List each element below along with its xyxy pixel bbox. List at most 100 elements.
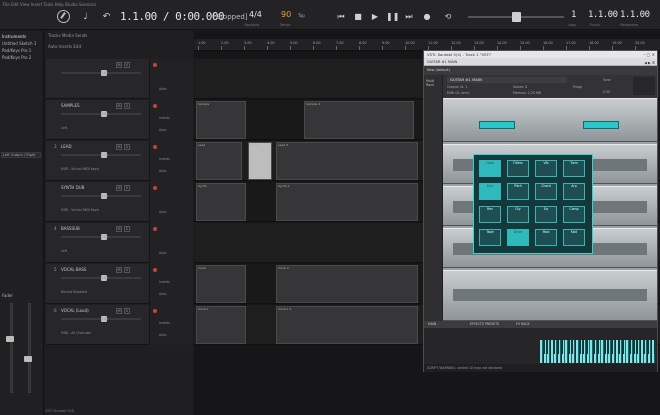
piano-black-key[interactable] (596, 340, 599, 354)
clip[interactable]: Synth (196, 183, 246, 221)
effect-grid-button[interactable]: Kbd (563, 229, 585, 246)
effect-grid-button[interactable]: Trem (563, 160, 585, 177)
punch-display[interactable]: 1.1.00 (588, 10, 618, 20)
track-name[interactable]: LEAD (61, 143, 111, 150)
piano-black-key[interactable] (610, 340, 613, 354)
piano-keyboard[interactable] (424, 328, 657, 364)
inspector-item[interactable]: Pad/Keys Pro 2 (2, 55, 31, 60)
clip[interactable]: Lead 3 (276, 142, 418, 180)
record-arm-icon[interactable] (153, 227, 157, 231)
undo-icon[interactable]: ↶ (101, 12, 112, 23)
mute-button[interactable]: M (116, 267, 122, 273)
go-to-end-icon[interactable]: ⏭ (403, 11, 415, 23)
effect-grid-button[interactable]: Mod (535, 229, 557, 246)
track-input[interactable]: MIDI - Virtual MIDI Keyb (61, 167, 99, 171)
record-arm-icon[interactable] (153, 309, 157, 313)
automation-label[interactable]: Auto (159, 128, 166, 132)
automation-label[interactable]: Auto (159, 210, 166, 214)
track-header[interactable]: M S 0.00 Auto (46, 59, 193, 99)
menu-bar[interactable]: File Edit View Insert Tools Help Studio … (3, 2, 96, 7)
solo-button[interactable]: S (124, 267, 130, 273)
track-name[interactable] (61, 61, 111, 68)
plugin-preset-bar[interactable]: GUITAR #1 MAIN ◀ ▶ ☰ (424, 58, 657, 66)
mute-button[interactable]: M (116, 144, 122, 150)
inserts-label[interactable]: Inserts (159, 157, 170, 161)
plugin-titlebar[interactable]: VSTi: Kontakt 5(4) - Track 2 "VSTi" – □ … (424, 51, 657, 58)
position-time-display[interactable]: 1.1.00 / 0:00.000 (120, 10, 225, 23)
inspector-fader-knob[interactable] (6, 336, 14, 342)
tab-effects-presets[interactable]: EFFECTS PRESETS (470, 322, 499, 326)
time-signature[interactable]: 4/4 (249, 10, 262, 19)
inspector-item[interactable]: Instruments (2, 34, 26, 39)
tap-button[interactable]: Tap (298, 13, 305, 18)
inserts-label[interactable]: Inserts (159, 321, 170, 325)
master-slider[interactable] (468, 12, 564, 22)
stop-icon[interactable]: ■ (352, 11, 364, 23)
output-label[interactable]: Output: st. 1 (447, 85, 467, 89)
effect-grid-button[interactable]: Hold (479, 160, 501, 177)
track-name[interactable]: SYNTH DUB (61, 184, 111, 191)
metronome-icon[interactable]: ♩ (80, 12, 91, 23)
automation-label[interactable]: Auto (159, 169, 166, 173)
effect-grid-button[interactable]: Arp (563, 183, 585, 200)
piano-black-key[interactable] (546, 340, 549, 354)
piano-black-key[interactable] (632, 340, 635, 354)
inserts-label[interactable]: Inserts (159, 116, 170, 120)
instrument-name[interactable]: GUITAR #1 MAIN (447, 77, 567, 83)
clip[interactable]: Vocal L 2 (276, 306, 418, 344)
automation-label[interactable]: Auto (159, 251, 166, 255)
piano-black-key[interactable] (607, 340, 610, 354)
record-icon[interactable]: ● (421, 11, 433, 23)
solo-button[interactable]: S (124, 144, 130, 150)
solo-button[interactable]: S (124, 308, 130, 314)
piano-black-key[interactable] (582, 340, 585, 354)
piano-black-key[interactable] (646, 340, 649, 354)
pause-icon[interactable]: ❚❚ (386, 11, 399, 23)
clip[interactable]: Lead 2 (248, 142, 272, 180)
output-dropdown[interactable]: Left Output / Right (1, 152, 41, 158)
automation-label[interactable]: Auto (159, 87, 166, 91)
metronome-display[interactable]: 1.1.00 (620, 10, 650, 20)
track-header[interactable]: 6 VOCAL (Loud) M S 0.00 MIDI - All Chann… (46, 305, 193, 345)
effect-grid-button[interactable]: Pitch (507, 183, 529, 200)
piano-black-key[interactable] (618, 340, 621, 354)
track-input[interactable]: Left (61, 249, 67, 253)
effect-grid-button[interactable]: Chord (535, 183, 557, 200)
track-header[interactable]: SYNTH DUB M S 0.00 MIDI - Virtual MIDI K… (46, 182, 193, 222)
piano-black-key[interactable] (571, 340, 574, 354)
inspector-item[interactable]: Pad/Keys Pro 1 (2, 48, 31, 53)
record-arm-icon[interactable] (153, 63, 157, 67)
mute-button[interactable]: M (116, 308, 122, 314)
inspector-item[interactable]: Untitled Sketch 1 (2, 41, 36, 46)
master-slider-knob[interactable] (512, 12, 521, 22)
track-header[interactable]: 5 VOCAL BASS M S 0.00 Record Disabled In… (46, 264, 193, 304)
piano-black-key[interactable] (585, 340, 588, 354)
track-name[interactable]: VOCAL (Loud) (61, 307, 111, 314)
window-controls-icon[interactable]: – □ ✕ (643, 51, 655, 58)
inspector-fader-left[interactable] (10, 303, 13, 393)
piano-black-key[interactable] (567, 340, 570, 354)
clip[interactable]: Vocal L (196, 306, 246, 344)
piano-black-key[interactable] (628, 340, 631, 354)
effect-grid-button[interactable]: Vib (535, 160, 557, 177)
track-name[interactable]: SAMPLES (61, 102, 111, 109)
track-input[interactable]: Record Disabled (61, 290, 87, 294)
mute-button[interactable]: M (116, 103, 122, 109)
track-input[interactable]: MIDI - All Channels (61, 331, 91, 335)
clip[interactable]: Synth 2 (276, 183, 418, 221)
effect-grid-button[interactable]: Comp (563, 206, 585, 223)
tool-row-top[interactable]: Tracks Media Sends (48, 33, 87, 42)
preset-field[interactable]: GUITAR #1 MAIN (427, 60, 457, 64)
solo-button[interactable]: S (124, 226, 130, 232)
track-input[interactable]: Left (61, 126, 67, 130)
record-arm-icon[interactable] (153, 145, 157, 149)
piano-black-key[interactable] (578, 340, 581, 354)
automation-label[interactable]: Auto (159, 292, 166, 296)
midi-channel-label[interactable]: MIDI Ch: omni (447, 91, 469, 95)
piano-black-key[interactable] (654, 340, 657, 354)
track-header[interactable]: 3 LEAD M S 0.00 MIDI - Virtual MIDI Keyb… (46, 141, 193, 181)
clip[interactable]: Sample (196, 101, 246, 139)
piano-black-key[interactable] (553, 340, 556, 354)
inserts-label[interactable]: Inserts (159, 280, 170, 284)
purge-button[interactable]: Purge (573, 85, 582, 89)
